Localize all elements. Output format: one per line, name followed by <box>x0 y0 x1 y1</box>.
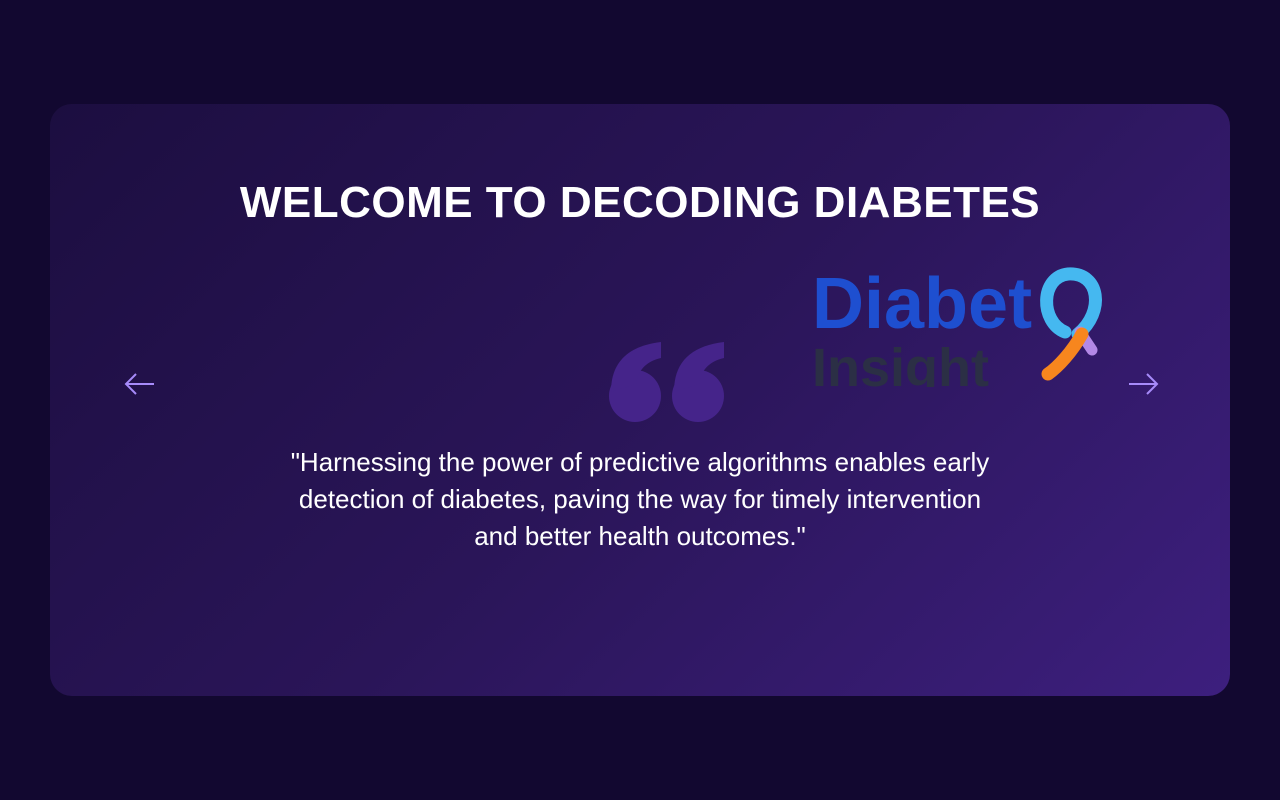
svg-text:Insight: Insight <box>812 338 989 387</box>
testimonial-card: WELCOME TO DECODING DIABETES Diabet Insi… <box>50 104 1230 696</box>
arrow-left-icon[interactable] <box>120 368 160 400</box>
arrow-right-icon[interactable] <box>1123 368 1163 400</box>
svg-text:Diabet: Diabet <box>812 264 1032 344</box>
testimonial-quote: "Harnessing the power of predictive algo… <box>290 447 990 551</box>
diabet-insight-logo: Diabet Insight <box>812 264 1102 387</box>
page-title: WELCOME TO DECODING DIABETES <box>239 178 1041 227</box>
quote-icon <box>609 342 724 422</box>
